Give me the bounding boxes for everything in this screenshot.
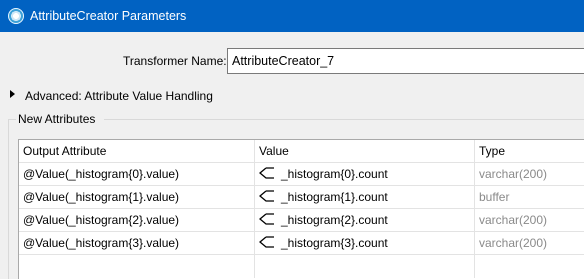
transformer-name-row: Transformer Name: AttributeCreator_7 xyxy=(0,48,584,74)
output-attribute-cell[interactable]: @Value(_histogram{2}.value) xyxy=(19,209,255,231)
transformer-name-label: Transformer Name: xyxy=(123,54,227,68)
value-text: _histogram{3}.count xyxy=(281,236,388,250)
type-cell[interactable]: varchar(200) xyxy=(475,209,584,231)
attributes-table[interactable]: Output Attribute Value Type @Value(_hist… xyxy=(18,139,584,279)
triangle-right-icon[interactable] xyxy=(10,90,15,98)
table-row[interactable]: @Value(_histogram{0}.value) _histogram{0… xyxy=(19,163,584,186)
transformer-name-input[interactable]: AttributeCreator_7 xyxy=(227,48,584,74)
value-text: _histogram{2}.count xyxy=(281,213,388,227)
column-header-type[interactable]: Type xyxy=(475,140,584,162)
value-cell[interactable]: _histogram{0}.count xyxy=(255,163,475,185)
table-header: Output Attribute Value Type xyxy=(19,140,584,163)
type-cell[interactable]: buffer xyxy=(475,186,584,208)
attribute-value-icon xyxy=(259,236,274,248)
column-header-value[interactable]: Value xyxy=(255,140,475,162)
output-attribute-cell[interactable] xyxy=(19,255,255,278)
value-cell[interactable]: _histogram{1}.count xyxy=(255,186,475,208)
group-border xyxy=(8,119,9,279)
attribute-value-icon xyxy=(259,213,274,225)
advanced-section-label[interactable]: Advanced: Attribute Value Handling xyxy=(25,89,213,103)
value-cell[interactable]: _histogram{2}.count xyxy=(255,209,475,231)
type-cell[interactable]: varchar(200) xyxy=(475,232,584,254)
window-title: AttributeCreator Parameters xyxy=(30,9,187,23)
attribute-value-icon xyxy=(259,190,274,202)
column-header-output[interactable]: Output Attribute xyxy=(19,140,255,162)
value-cell[interactable]: _histogram{3}.count xyxy=(255,232,475,254)
table-row[interactable]: @Value(_histogram{3}.value) _histogram{3… xyxy=(19,232,584,255)
output-attribute-cell[interactable]: @Value(_histogram{1}.value) xyxy=(19,186,255,208)
table-row-empty[interactable] xyxy=(19,255,584,278)
output-attribute-cell[interactable]: @Value(_histogram{0}.value) xyxy=(19,163,255,185)
value-text: _histogram{1}.count xyxy=(281,190,388,204)
group-border xyxy=(8,119,16,120)
app-icon xyxy=(8,8,24,24)
advanced-section-toggle[interactable]: Advanced: Attribute Value Handling xyxy=(10,89,213,103)
table-row[interactable]: @Value(_histogram{1}.value) _histogram{1… xyxy=(19,186,584,209)
type-cell[interactable]: varchar(200) xyxy=(475,163,584,185)
new-attributes-group-label: New Attributes xyxy=(18,112,96,126)
title-bar: AttributeCreator Parameters xyxy=(0,0,584,32)
attribute-value-icon xyxy=(259,167,274,179)
value-cell[interactable] xyxy=(255,255,475,278)
table-row[interactable]: @Value(_histogram{2}.value) _histogram{2… xyxy=(19,209,584,232)
value-text: _histogram{0}.count xyxy=(281,167,388,181)
output-attribute-cell[interactable]: @Value(_histogram{3}.value) xyxy=(19,232,255,254)
type-cell[interactable] xyxy=(475,255,584,278)
group-border xyxy=(104,119,584,120)
